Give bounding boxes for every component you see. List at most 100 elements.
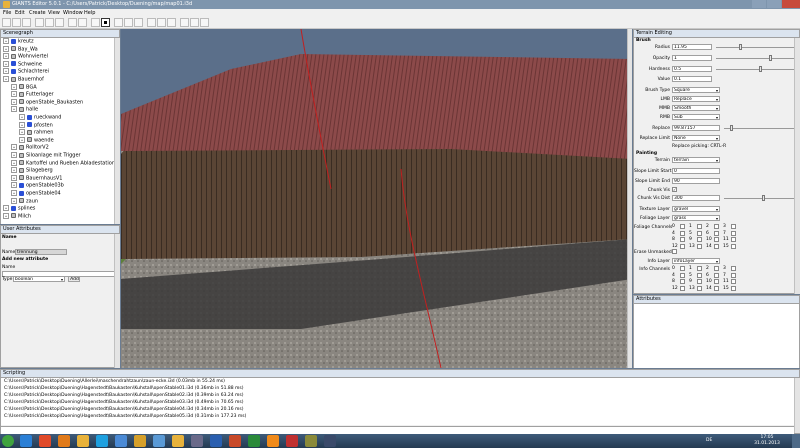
foliage-channel-checkbox[interactable]: [697, 237, 702, 242]
hardness-slider[interactable]: [716, 69, 796, 70]
info-channel-checkbox[interactable]: [697, 285, 702, 291]
info-channel-checkbox[interactable]: [731, 272, 736, 278]
show-desktop-button[interactable]: [792, 434, 800, 448]
tree-item[interactable]: + rahmen: [19, 129, 53, 136]
info-channel-checkbox[interactable]: [680, 279, 685, 284]
tree-item[interactable]: + Schweine: [3, 60, 42, 68]
add-attribute-button[interactable]: Add: [68, 276, 80, 282]
info-channel-checkbox[interactable]: [714, 285, 719, 291]
tree-item[interactable]: + rueckwand: [19, 114, 61, 121]
expand-toggle-icon[interactable]: +: [11, 106, 17, 113]
tree-item[interactable]: + Kartoffel und Rueben Abladestation: [11, 159, 115, 167]
rmb-select[interactable]: Sub: [672, 114, 720, 120]
expand-toggle-icon[interactable]: +: [11, 197, 17, 204]
info-channel-checkbox[interactable]: [680, 272, 685, 278]
type-select[interactable]: boolean: [13, 276, 65, 282]
texture-layer-select[interactable]: gravel: [672, 206, 720, 212]
viewport-scrollbar[interactable]: [627, 29, 632, 368]
scale-icon[interactable]: [134, 18, 143, 27]
tree-item[interactable]: + waende: [19, 136, 54, 144]
giants-icon[interactable]: [172, 435, 184, 447]
foliage-channel-checkbox[interactable]: [680, 243, 685, 249]
opacity-input[interactable]: 1: [672, 55, 712, 61]
firefox-icon[interactable]: [58, 435, 70, 447]
expand-toggle-icon[interactable]: +: [11, 190, 17, 196]
expand-toggle-icon[interactable]: +: [11, 91, 17, 98]
info-channel-checkbox[interactable]: [697, 279, 702, 284]
terrain-sculpt-icon[interactable]: [147, 18, 156, 27]
expand-toggle-icon[interactable]: +: [3, 68, 9, 75]
teamspeak-icon[interactable]: [191, 435, 203, 447]
start-orb-icon[interactable]: [2, 435, 14, 447]
expand-toggle-icon[interactable]: +: [3, 38, 9, 44]
tree-item[interactable]: + openStable04: [11, 190, 61, 197]
media-icon[interactable]: [134, 435, 146, 447]
expand-toggle-icon[interactable]: +: [11, 167, 17, 174]
expand-toggle-icon[interactable]: +: [19, 114, 25, 120]
user-attributes-scrollbar[interactable]: [114, 234, 120, 368]
tree-item[interactable]: + Bay_Wa: [3, 45, 38, 53]
expand-toggle-icon[interactable]: +: [3, 53, 9, 60]
tree-item[interactable]: + Wohnviertel: [3, 53, 48, 60]
tree-item[interactable]: + BGA: [11, 83, 37, 91]
mmb-select[interactable]: Smooth: [672, 105, 720, 111]
expand-toggle-icon[interactable]: +: [11, 152, 17, 158]
expand-toggle-icon[interactable]: +: [3, 45, 9, 52]
save-icon[interactable]: [22, 18, 31, 27]
undo-icon[interactable]: [68, 18, 77, 27]
tree-item[interactable]: + openStable03b: [11, 182, 64, 189]
grid-icon[interactable]: [200, 18, 209, 27]
expand-toggle-icon[interactable]: +: [11, 144, 17, 151]
excel-icon[interactable]: [248, 435, 260, 447]
menu-help[interactable]: Help: [84, 10, 95, 16]
expand-toggle-icon[interactable]: +: [3, 60, 9, 67]
tree-item[interactable]: + kreutz: [3, 38, 34, 45]
script-command-input[interactable]: [1, 426, 794, 434]
terrain-paint-icon[interactable]: [157, 18, 166, 27]
radius-slider[interactable]: [716, 47, 796, 48]
stop-icon[interactable]: [101, 18, 110, 27]
foliage-channel-checkbox[interactable]: [731, 230, 736, 236]
foliage-channel-checkbox[interactable]: [731, 237, 736, 242]
foliage-channel-checkbox[interactable]: [731, 224, 736, 229]
menu-file[interactable]: File: [3, 10, 11, 16]
foliage-channel-checkbox[interactable]: [680, 224, 685, 229]
info-channel-checkbox[interactable]: [714, 266, 719, 271]
photo-icon[interactable]: [115, 435, 127, 447]
info-layer-select[interactable]: infoLayer: [672, 258, 720, 264]
terrain-select[interactable]: terrain: [672, 157, 720, 163]
replace-limit-select[interactable]: None: [672, 135, 720, 141]
chunk-vis-checkbox[interactable]: ✓: [672, 187, 677, 192]
radius-input[interactable]: 11.95: [672, 44, 712, 50]
expand-toggle-icon[interactable]: +: [19, 121, 25, 128]
foliage-layer-select[interactable]: grass: [672, 215, 720, 221]
new-icon[interactable]: [2, 18, 11, 27]
tree-item[interactable]: + Futterlager: [11, 91, 54, 98]
cut-icon[interactable]: [35, 18, 44, 27]
expand-toggle-icon[interactable]: +: [19, 129, 25, 136]
foliage-channel-checkbox[interactable]: [714, 230, 719, 236]
tree-item[interactable]: + zaun: [11, 197, 38, 205]
expand-toggle-icon[interactable]: +: [3, 212, 9, 219]
info-channel-checkbox[interactable]: [731, 279, 736, 284]
tree-item[interactable]: + Silageberg: [11, 167, 53, 174]
expand-toggle-icon[interactable]: +: [11, 182, 17, 189]
select-icon[interactable]: [91, 18, 100, 27]
steam-icon[interactable]: [324, 435, 336, 447]
explorer-icon[interactable]: [77, 435, 89, 447]
calendar-icon[interactable]: [286, 435, 298, 447]
foliage-channel-checkbox[interactable]: [697, 243, 702, 249]
radius-slider-knob[interactable]: [739, 44, 742, 50]
info-channel-checkbox[interactable]: [714, 272, 719, 278]
tree-item[interactable]: + pfosten: [19, 121, 53, 129]
tree-item[interactable]: + BauernhausV1: [11, 174, 62, 182]
info-channel-checkbox[interactable]: [680, 266, 685, 271]
info-channel-checkbox[interactable]: [697, 272, 702, 278]
menu-window[interactable]: Window: [63, 10, 83, 16]
clock-date[interactable]: 31.01.2013: [752, 441, 782, 446]
opacity-slider-knob[interactable]: [769, 55, 772, 61]
expand-toggle-icon[interactable]: +: [11, 174, 17, 181]
menu-edit[interactable]: Edit: [15, 10, 25, 16]
3d-viewport[interactable]: [121, 29, 632, 368]
foliage-channel-checkbox[interactable]: [680, 237, 685, 242]
